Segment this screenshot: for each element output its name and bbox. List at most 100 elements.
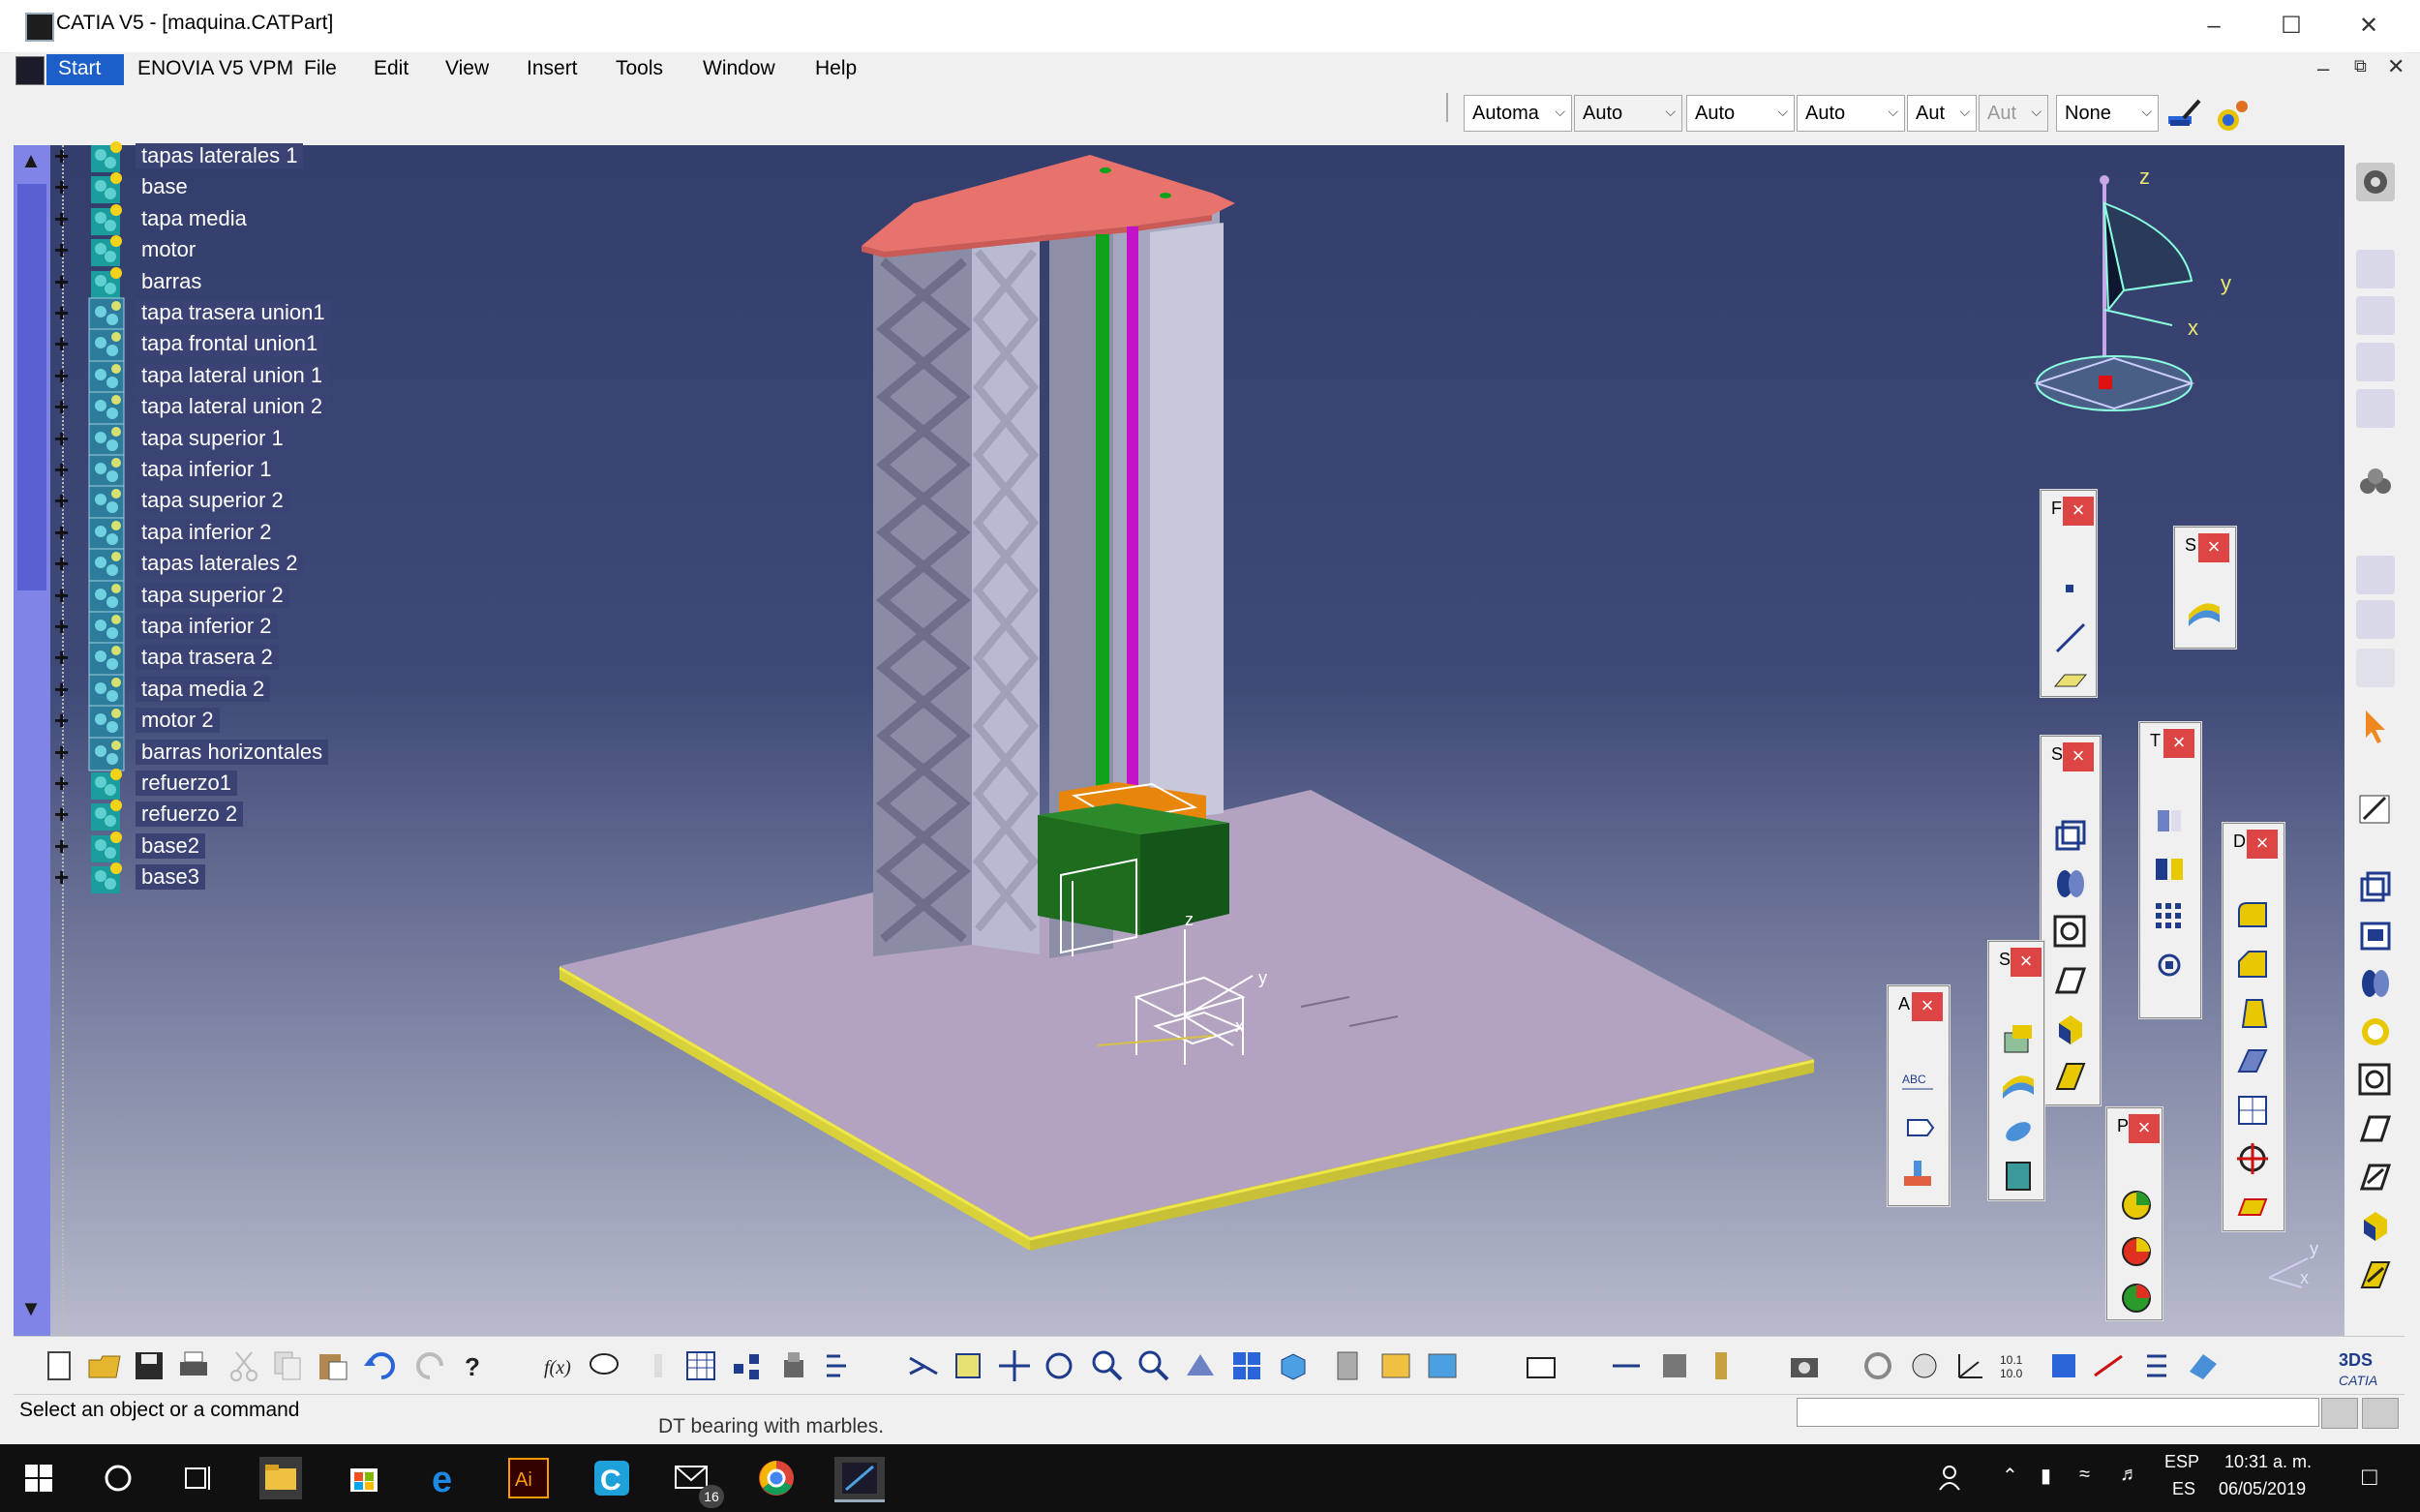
- work-object-icon[interactable]: [2046, 1348, 2081, 1383]
- annotations-palette[interactable]: A × ABC: [1888, 985, 1950, 1206]
- language-bottom[interactable]: ES: [2172, 1479, 2195, 1499]
- reactions-icon[interactable]: [821, 1348, 856, 1383]
- rotate-icon[interactable]: [1042, 1348, 1076, 1383]
- close-icon[interactable]: ×: [2011, 948, 2042, 977]
- disabled-tool-icon[interactable]: [2356, 600, 2395, 639]
- file-explorer-icon[interactable]: [259, 1457, 302, 1499]
- text-icon[interactable]: ABC: [1898, 1062, 1937, 1101]
- grid-snap-icon[interactable]: 10.1 10.0: [1996, 1348, 2031, 1383]
- surface-based-palette[interactable]: S ×: [1988, 941, 2044, 1200]
- eraser-icon[interactable]: [2186, 1348, 2221, 1383]
- expand-icon[interactable]: +: [54, 174, 74, 199]
- line-type-combo[interactable]: Auto ⌵: [1797, 95, 1905, 132]
- expand-icon[interactable]: +: [54, 801, 74, 827]
- chrome-icon[interactable]: [755, 1457, 798, 1499]
- zoom-out-icon[interactable]: [1136, 1348, 1171, 1383]
- command-option-button[interactable]: [2362, 1398, 2399, 1429]
- battery-icon[interactable]: ▮: [2041, 1464, 2051, 1488]
- notifications-icon[interactable]: □: [2362, 1462, 2377, 1492]
- expand-icon[interactable]: +: [54, 583, 74, 608]
- toolbar-grip[interactable]: [1446, 93, 1448, 122]
- expand-icon[interactable]: +: [54, 363, 74, 388]
- minimize-icon[interactable]: –: [2176, 0, 2252, 52]
- disabled-tool-icon[interactable]: [2356, 389, 2395, 428]
- doc-close-icon[interactable]: ✕: [2387, 54, 2405, 79]
- lattice-tower[interactable]: [873, 223, 1040, 956]
- menu-insert[interactable]: Insert: [527, 57, 578, 80]
- transparency-combo[interactable]: Auto ⌵: [1574, 95, 1682, 132]
- rib-icon[interactable]: [2051, 961, 2090, 1000]
- select-icon[interactable]: [2356, 707, 2395, 745]
- multi-view-icon[interactable]: [1229, 1348, 1264, 1383]
- expand-icon[interactable]: +: [54, 551, 74, 576]
- task-view-icon[interactable]: [178, 1457, 221, 1499]
- pocket-icon[interactable]: [2051, 864, 2090, 903]
- stamp-icon[interactable]: [1898, 1153, 1937, 1192]
- command-option-button[interactable]: [2321, 1398, 2358, 1429]
- line-icon[interactable]: [2051, 619, 2090, 657]
- chamfer-icon[interactable]: [2233, 946, 2272, 984]
- fly-mode-icon[interactable]: [906, 1348, 941, 1383]
- close-icon[interactable]: ✕: [2331, 0, 2406, 52]
- expand-icon[interactable]: +: [54, 331, 74, 356]
- fillet-icon[interactable]: [2233, 897, 2272, 936]
- disabled-tool-icon[interactable]: [2356, 649, 2395, 687]
- analysis-palette[interactable]: P ×: [2106, 1107, 2163, 1320]
- point-icon[interactable]: [2051, 570, 2090, 609]
- sew-surface-icon[interactable]: [1999, 1157, 2038, 1195]
- graphic-properties-icon[interactable]: [2213, 97, 2252, 134]
- measure-between-icon[interactable]: [1609, 1348, 1644, 1383]
- iso-view-icon[interactable]: [1276, 1348, 1311, 1383]
- scaling-icon[interactable]: [2150, 946, 2189, 984]
- specification-icon[interactable]: [1524, 1348, 1558, 1383]
- shaft-icon[interactable]: [2356, 964, 2395, 1003]
- law-icon[interactable]: [641, 1348, 676, 1383]
- document-icon[interactable]: [15, 56, 45, 85]
- menu-window[interactable]: Window: [703, 57, 775, 80]
- groove-icon[interactable]: [2356, 1013, 2395, 1051]
- normal-view-icon[interactable]: [1183, 1348, 1218, 1383]
- hole-icon[interactable]: [2356, 1061, 2395, 1100]
- surface-icon[interactable]: [2185, 593, 2223, 632]
- color-combo[interactable]: Automa ⌵: [1464, 95, 1572, 132]
- save-icon[interactable]: [132, 1348, 166, 1383]
- point-type-combo[interactable]: Aut ⌵: [1907, 95, 1977, 132]
- disabled-tool-icon[interactable]: [2356, 296, 2395, 335]
- axis-system-icon[interactable]: [1951, 1348, 1986, 1383]
- doc-restore-icon[interactable]: ⧉: [2354, 56, 2367, 76]
- curvature-analysis-icon[interactable]: [2117, 1232, 2156, 1271]
- fit-all-icon[interactable]: [951, 1348, 985, 1383]
- expand-icon[interactable]: +: [54, 457, 74, 482]
- scroll-up-icon[interactable]: ▲: [15, 149, 46, 172]
- doc-minimize-icon[interactable]: –: [2317, 56, 2329, 81]
- disabled-tool-icon[interactable]: [2356, 250, 2395, 288]
- thick-surface-icon[interactable]: [1999, 1066, 2038, 1104]
- comment-icon[interactable]: [587, 1348, 621, 1383]
- clock-date[interactable]: 06/05/2019: [2219, 1479, 2306, 1499]
- draft-icon[interactable]: [2233, 994, 2272, 1033]
- maximize-icon[interactable]: ☐: [2254, 0, 2329, 52]
- green-rod[interactable]: [1096, 234, 1109, 805]
- paste-icon[interactable]: [316, 1348, 350, 1383]
- transformation-palette[interactable]: T ×: [2139, 722, 2201, 1018]
- expand-icon[interactable]: +: [54, 614, 74, 639]
- layer-combo[interactable]: None ⌵: [2056, 95, 2159, 132]
- plane-icon[interactable]: [2051, 661, 2090, 700]
- mirror-icon[interactable]: [2150, 849, 2189, 888]
- close-icon[interactable]: ×: [2163, 729, 2194, 758]
- undo-icon[interactable]: [362, 1348, 397, 1383]
- dress-up-palette[interactable]: D ×: [2223, 823, 2284, 1231]
- pad-icon[interactable]: [2051, 816, 2090, 855]
- sketch-analysis-icon[interactable]: [2091, 1348, 2126, 1383]
- scroll-thumb[interactable]: [17, 184, 46, 590]
- expand-icon[interactable]: +: [54, 771, 74, 796]
- tree-item[interactable]: + base3: [54, 859, 416, 897]
- expand-icon[interactable]: +: [54, 237, 74, 262]
- cortana-icon[interactable]: [97, 1457, 139, 1499]
- expand-icon[interactable]: +: [54, 833, 74, 859]
- disabled-tool-icon[interactable]: [2356, 556, 2395, 594]
- expand-icon[interactable]: +: [54, 520, 74, 545]
- menu-start[interactable]: Start: [58, 57, 101, 80]
- catia-taskbar-icon[interactable]: [834, 1457, 885, 1502]
- disabled-tool-icon[interactable]: [2356, 343, 2395, 381]
